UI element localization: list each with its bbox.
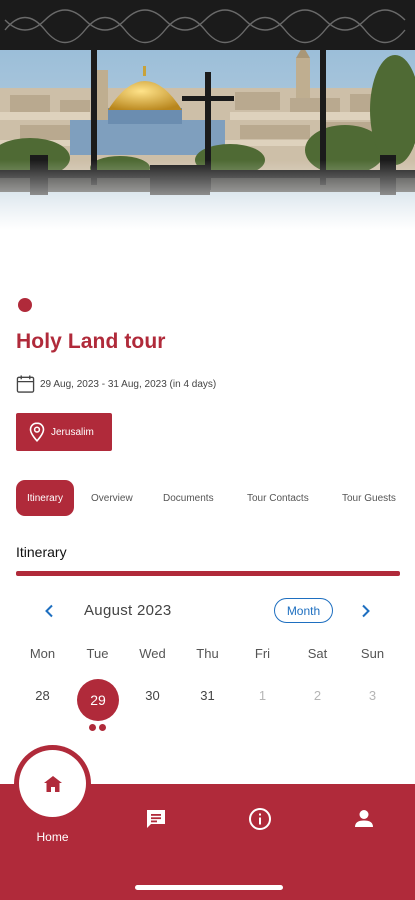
location-button[interactable]: Jerusalim <box>16 413 112 451</box>
calendar-day[interactable]: 1 <box>235 688 290 703</box>
hero-image <box>0 0 415 230</box>
calendar-day[interactable]: 2 <box>290 688 345 703</box>
weekday-label: Sat <box>307 646 328 661</box>
tab-overview[interactable]: Overview <box>91 480 133 516</box>
weekday-label: Thu <box>196 646 219 661</box>
info-icon[interactable] <box>247 806 273 832</box>
section-title: Itinerary <box>16 544 67 560</box>
weekday-row: Mon Tue Wed Thu Fri Sat Sun <box>15 646 400 666</box>
chevron-right-icon[interactable] <box>356 600 376 622</box>
calendar-day[interactable]: 31 <box>180 688 235 703</box>
profile-icon[interactable] <box>351 806 377 832</box>
day-row: 28 30 31 1 2 3 <box>15 688 400 708</box>
weekday-label: Fri <box>254 646 271 661</box>
tour-dates-text: 29 Aug, 2023 - 31 Aug, 2023 (in 4 days) <box>40 378 217 390</box>
event-indicator <box>89 724 109 732</box>
tab-documents[interactable]: Documents <box>163 480 214 516</box>
home-label: Home <box>36 830 69 844</box>
tab-tour-guests[interactable]: Tour Guests <box>342 480 396 516</box>
tab-tour-contacts[interactable]: Tour Contacts <box>247 480 309 516</box>
selected-calendar-day[interactable]: 29 <box>77 679 119 721</box>
month-view-button[interactable]: Month <box>274 598 333 623</box>
tab-itinerary[interactable]: Itinerary <box>16 480 74 516</box>
tab-bar: Itinerary Overview Documents Tour Contac… <box>0 480 415 516</box>
weekday-label: Mon <box>29 646 56 661</box>
chevron-left-icon[interactable] <box>39 600 59 622</box>
calendar-day[interactable]: 30 <box>125 688 180 703</box>
chat-icon[interactable] <box>143 806 169 832</box>
weekday-label: Wed <box>139 646 166 661</box>
weekday-label: Sun <box>360 646 385 661</box>
home-icon <box>43 775 62 792</box>
page-title: Holy Land tour <box>16 330 166 353</box>
calendar-day[interactable]: 28 <box>15 688 70 703</box>
home-button[interactable] <box>19 750 86 817</box>
system-home-indicator[interactable] <box>135 885 283 890</box>
location-pin-icon <box>29 422 45 442</box>
calendar-day[interactable]: 3 <box>345 688 400 703</box>
calendar-icon <box>16 375 35 393</box>
weekday-label: Tue <box>86 646 109 661</box>
section-divider <box>16 571 400 576</box>
event-dot <box>99 724 106 731</box>
event-dot <box>89 724 96 731</box>
location-label: Jerusalim <box>51 426 94 438</box>
month-label: August 2023 <box>84 602 172 619</box>
calendar-header: August 2023 Month <box>0 598 415 624</box>
tour-dates: 29 Aug, 2023 - 31 Aug, 2023 (in 4 days) <box>16 373 216 395</box>
status-indicator <box>18 298 32 312</box>
